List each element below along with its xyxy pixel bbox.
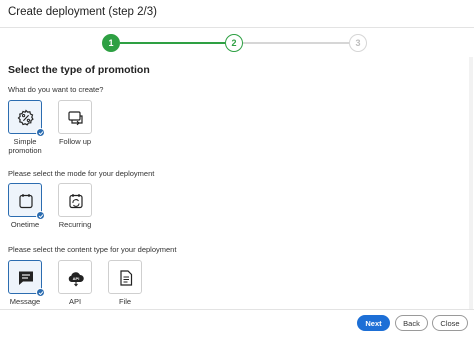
option-recurring[interactable]: [58, 183, 92, 217]
question-deployment-mode: Please select the mode for your deployme…: [8, 169, 155, 178]
stepper-line-pending: [243, 42, 349, 44]
option-follow-up[interactable]: [58, 100, 92, 134]
dialog-title: Create deployment (step 2/3): [8, 6, 157, 18]
label-line-2: promotion: [8, 146, 42, 155]
step-1-label: 1: [108, 38, 114, 48]
label-line-1: Simple: [13, 137, 37, 146]
option-file[interactable]: [108, 260, 142, 294]
step-3: 3: [349, 34, 367, 52]
message-icon: [19, 271, 33, 285]
option-recurring-label: Recurring: [58, 220, 92, 229]
option-onetime-label: Onetime: [10, 220, 40, 229]
section-title: Select the type of promotion: [8, 64, 150, 76]
dialog-content: Select the type of promotion What do you…: [0, 57, 474, 309]
step-3-label: 3: [355, 38, 361, 48]
selected-check-icon: [36, 288, 45, 297]
next-button[interactable]: Next: [357, 315, 390, 331]
progress-stepper: 1 2 3: [0, 29, 474, 57]
selected-check-icon: [36, 211, 45, 220]
step-2: 2: [225, 34, 243, 52]
question-promotion-type: What do you want to create?: [8, 85, 104, 94]
option-message[interactable]: [8, 260, 45, 297]
api-cloud-icon: API: [68, 272, 84, 287]
close-button[interactable]: Close: [432, 315, 468, 331]
file-icon: [120, 270, 133, 286]
option-simple-promotion[interactable]: [8, 100, 45, 137]
follow-up-icon: [68, 111, 83, 126]
option-api-label: API: [68, 297, 82, 306]
content-scrollbar[interactable]: [469, 57, 473, 309]
option-file-label: File: [118, 297, 132, 306]
dialog-footer: Next Back Close: [0, 309, 474, 338]
option-api[interactable]: API: [58, 260, 92, 294]
option-follow-up-label: Follow up: [58, 137, 92, 146]
option-message-label: Message: [9, 297, 41, 306]
step-1: 1: [102, 34, 120, 52]
option-simple-promotion-label: Simple promotion: [0, 137, 50, 155]
svg-text:API: API: [73, 276, 80, 281]
calendar-icon: [19, 194, 33, 209]
question-content-type: Please select the content type for your …: [8, 245, 177, 254]
step-2-label: 2: [231, 38, 237, 48]
back-button[interactable]: Back: [395, 315, 428, 331]
percent-badge-icon: [17, 109, 34, 126]
stepper-line-completed: [120, 42, 225, 44]
selected-check-icon: [36, 128, 45, 137]
dialog-header: Create deployment (step 2/3): [0, 0, 474, 28]
option-onetime[interactable]: [8, 183, 45, 220]
recurring-icon: [69, 194, 83, 209]
